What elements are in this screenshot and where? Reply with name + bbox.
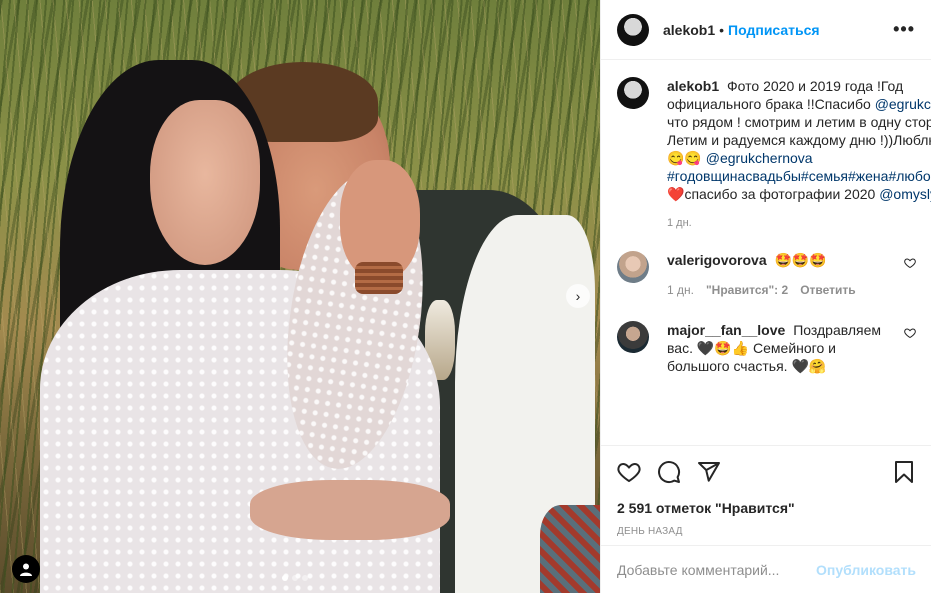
comment-icon[interactable]	[657, 460, 681, 484]
mention-link[interactable]: @omyslyvyy	[879, 186, 931, 202]
action-icons	[617, 458, 916, 486]
heart-outline-icon[interactable]	[904, 257, 916, 269]
comment-meta: 1 дн. "Нравится": 2 Ответить	[667, 281, 887, 299]
leather-bracelet	[355, 262, 403, 294]
share-icon[interactable]	[697, 460, 721, 484]
carousel-dot	[292, 575, 298, 581]
carousel-dot	[282, 575, 288, 581]
mention-link[interactable]: @egrukchernova	[706, 150, 813, 166]
author-username[interactable]: alekob1	[663, 22, 715, 38]
more-horizontal-icon[interactable]: •••	[893, 19, 915, 40]
caption-text-part: спасибо за фотографии 2020	[684, 186, 876, 202]
bookmark-icon[interactable]	[892, 460, 916, 484]
comment-likes[interactable]: "Нравится": 2	[706, 281, 788, 299]
commenter-username[interactable]: valerigovorova	[667, 252, 767, 268]
post-header: alekob1 • Подписаться •••	[601, 0, 931, 60]
heart-icon[interactable]	[617, 460, 641, 484]
comment-body: major__fan__love Поздравляем вас. 🖤🤩👍 Се…	[667, 321, 887, 375]
header-separator: •	[719, 21, 725, 38]
author-avatar[interactable]	[617, 77, 649, 109]
commenter-avatar[interactable]	[617, 251, 649, 283]
comment-item: major__fan__love Поздравляем вас. 🖤🤩👍 Се…	[617, 321, 916, 375]
heart-outline-icon[interactable]	[904, 327, 916, 339]
caption-timestamp[interactable]: 1 дн.	[667, 217, 916, 229]
post-caption: alekob1 Фото 2020 и 2019 года !Год офици…	[617, 77, 931, 203]
author-avatar[interactable]	[617, 13, 649, 46]
woman-face	[150, 100, 260, 265]
tagged-people-button[interactable]	[12, 555, 40, 583]
publish-button[interactable]: Опубликовать	[816, 562, 916, 578]
post-actions: 2 591 отметок "Нравится" день назад	[601, 445, 931, 537]
caption-username[interactable]: alekob1	[667, 78, 719, 94]
comment-text: 🤩🤩🤩	[774, 252, 827, 268]
commenter-username[interactable]: major__fan__love	[667, 322, 785, 338]
carousel-dot	[302, 575, 308, 581]
commenter-avatar[interactable]	[617, 321, 649, 353]
comment-input[interactable]	[617, 561, 817, 578]
likes-count[interactable]: 2 591 отметок "Нравится"	[617, 500, 916, 516]
follow-button[interactable]: Подписаться	[728, 22, 820, 38]
post-photo[interactable]: ›	[0, 0, 600, 593]
hashtag-link[interactable]: #годовщинасвадьбы#семья#жена#любовьморко…	[667, 168, 931, 184]
comments-list[interactable]: alekob1 Фото 2020 и 2019 года !Год офици…	[601, 61, 931, 445]
comment-timestamp[interactable]: 1 дн.	[667, 281, 694, 299]
heart-emoji: ❤️	[667, 186, 685, 202]
post-timestamp[interactable]: день назад	[617, 526, 916, 537]
carousel-next-button[interactable]: ›	[566, 284, 590, 308]
plaid-blanket	[540, 505, 600, 593]
caption-text: alekob1 Фото 2020 и 2019 года !Год офици…	[667, 77, 931, 203]
reply-button[interactable]: Ответить	[800, 281, 855, 299]
caption-text-part: что рядом ! смотрим и летим в одну сторо…	[667, 114, 931, 148]
post-side-panel: alekob1 • Подписаться ••• alekob1 Фото 2…	[600, 0, 931, 593]
person-tag-icon	[20, 563, 32, 576]
carousel-indicator	[282, 575, 308, 581]
mention-link[interactable]: @egrukchernova	[875, 96, 931, 112]
comment-item: valerigovorova 🤩🤩🤩 1 дн. "Нравится": 2 О…	[617, 251, 916, 299]
add-comment-bar: Опубликовать	[601, 545, 931, 593]
comment-body: valerigovorova 🤩🤩🤩 1 дн. "Нравится": 2 О…	[667, 251, 887, 299]
chevron-right-icon: ›	[575, 288, 581, 304]
hands-on-lap	[250, 480, 450, 540]
